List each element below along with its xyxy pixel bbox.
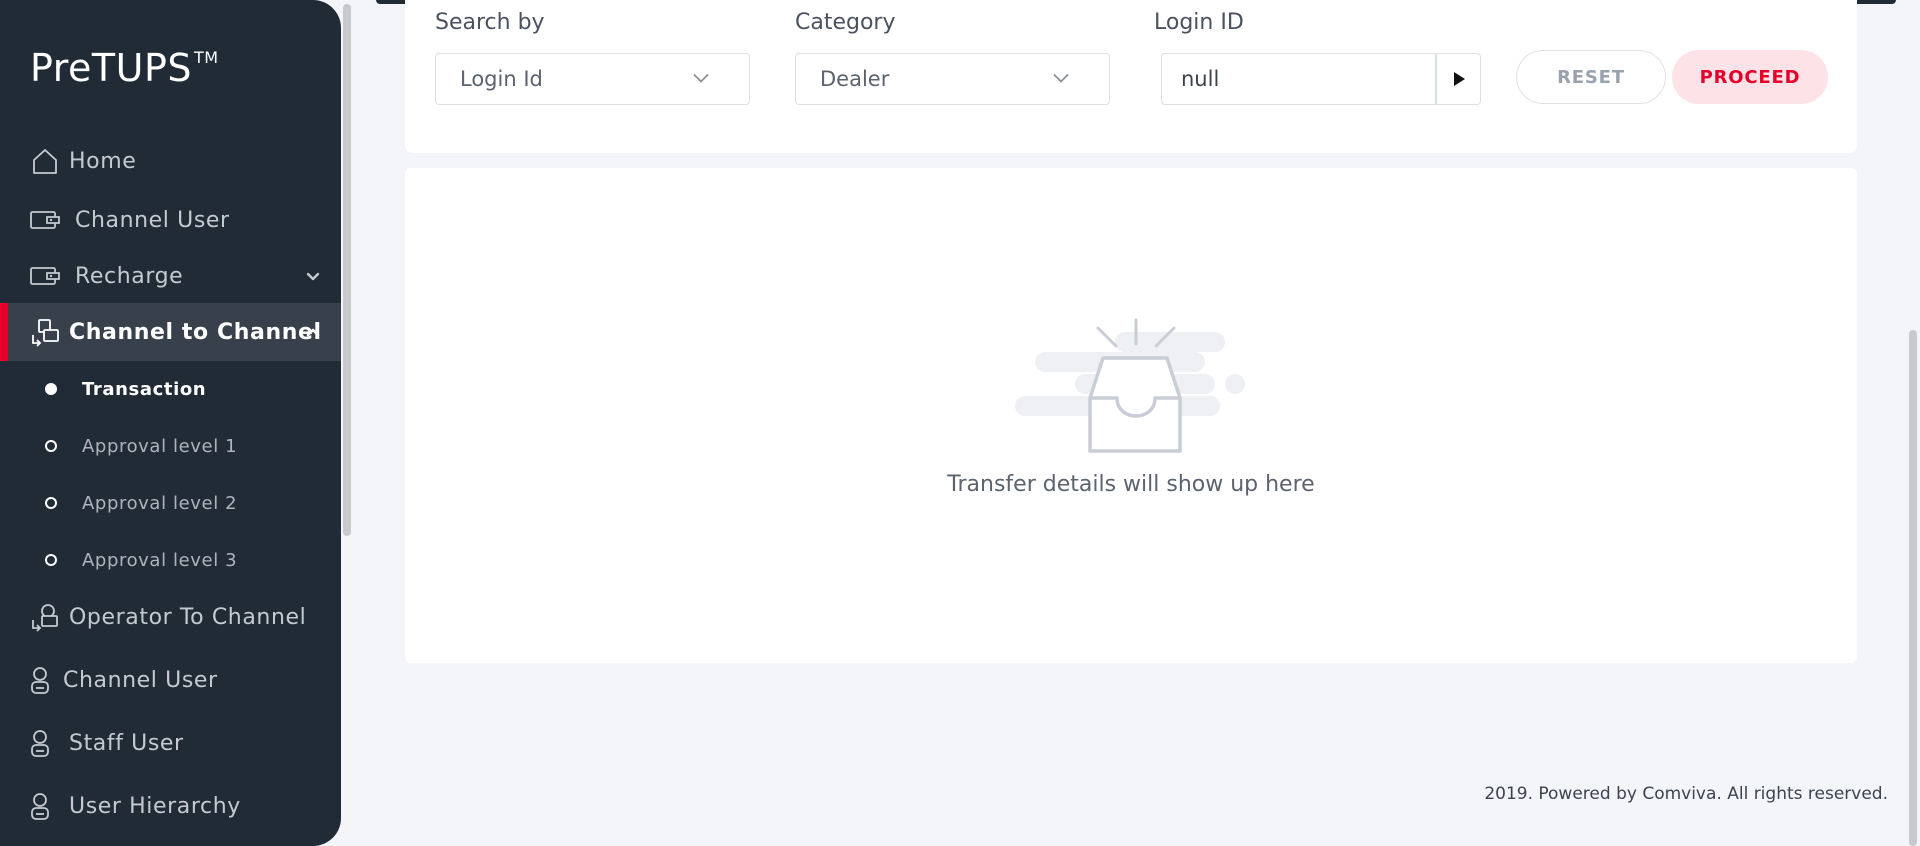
category-label: Category [795, 10, 896, 35]
user-icon [31, 793, 49, 820]
category-value: Dealer [820, 67, 890, 91]
chevron-up-icon [306, 328, 320, 337]
category-select[interactable]: Dealer [795, 53, 1110, 105]
sidebar-item-staff-user[interactable]: Staff User [0, 714, 341, 772]
sidebar-item-label: Channel User [63, 667, 218, 693]
search-by-select[interactable]: Login Id [435, 53, 750, 105]
sidebar-item-operator-to-channel[interactable]: Operator To Channel [0, 588, 341, 646]
transfer-icon [32, 319, 59, 347]
proceed-button[interactable]: PROCEED [1672, 50, 1828, 104]
operator-transfer-icon [32, 604, 58, 632]
home-icon [33, 149, 57, 174]
sidebar-item-recharge[interactable]: Recharge [0, 247, 341, 305]
reset-button[interactable]: RESET [1516, 50, 1666, 104]
play-icon [1453, 72, 1465, 86]
sidebar-item-channel-user[interactable]: Channel User [0, 651, 341, 709]
wallet-icon [30, 211, 60, 229]
sidebar-item-label: Home [69, 148, 137, 174]
sidebar-item-label: Recharge [75, 263, 184, 289]
bullet-icon [45, 440, 57, 452]
sidebar-item-label: Operator To Channel [69, 604, 307, 630]
user-icon [31, 667, 49, 694]
login-id-lookup-button[interactable] [1436, 53, 1481, 105]
sidebar-subitem-label: Approval level 2 [82, 492, 238, 514]
chevron-down-icon [306, 272, 320, 281]
sidebar-item-label: User Hierarchy [69, 793, 241, 819]
transfer-results-card: Transfer details will show up here [405, 168, 1857, 663]
scrollbar-thumb[interactable] [1909, 330, 1917, 846]
sidebar-subitem-transaction[interactable]: Transaction [0, 369, 341, 409]
sidebar-subitem-approval-level-1[interactable]: Approval level 1 [0, 426, 341, 466]
sidebar-subitem-approval-level-2[interactable]: Approval level 2 [0, 483, 341, 523]
scrollbar-thumb[interactable] [343, 4, 351, 536]
empty-inbox-illustration [1015, 318, 1245, 453]
sidebar: PreTUPS TM Home Channel User Recharge Cha… [0, 0, 341, 846]
wallet-icon [30, 267, 60, 285]
empty-state-message: Transfer details will show up here [947, 472, 1315, 497]
chevron-down-icon [693, 73, 709, 83]
page-scrollbar[interactable] [1906, 0, 1920, 846]
sidebar-item-user-hierarchy[interactable]: User Hierarchy [0, 777, 341, 835]
chevron-down-icon [1053, 73, 1069, 83]
app-logo[interactable]: PreTUPS TM [30, 46, 219, 90]
sidebar-item-home[interactable]: Home [0, 132, 341, 190]
sidebar-item-label: Channel User [75, 207, 230, 233]
user-icon [31, 730, 49, 757]
search-filter-card: Search by Login Id Category Dealer Login… [405, 0, 1857, 153]
sidebar-subitem-label: Transaction [82, 378, 207, 400]
sidebar-item-channel-to-channel[interactable]: Channel to Channel [0, 303, 341, 361]
footer-copyright: 2019. Powered by Comviva. All rights res… [1484, 784, 1888, 804]
login-id-input[interactable] [1161, 53, 1436, 105]
sidebar-item-label: Staff User [69, 730, 184, 756]
login-id-label: Login ID [1154, 10, 1244, 35]
sidebar-item-label: Channel to Channel [69, 319, 322, 345]
sidebar-item-channel-user-wallet[interactable]: Channel User [0, 191, 341, 249]
search-by-label: Search by [435, 10, 545, 35]
bullet-icon [45, 383, 57, 395]
bullet-icon [45, 554, 57, 566]
sidebar-subitem-label: Approval level 1 [82, 435, 238, 457]
sidebar-scrollbar[interactable] [341, 0, 353, 846]
search-by-value: Login Id [460, 67, 543, 91]
sidebar-subitem-approval-level-3[interactable]: Approval level 3 [0, 540, 341, 580]
sidebar-subitem-label: Approval level 3 [82, 549, 238, 571]
bullet-icon [45, 497, 57, 509]
